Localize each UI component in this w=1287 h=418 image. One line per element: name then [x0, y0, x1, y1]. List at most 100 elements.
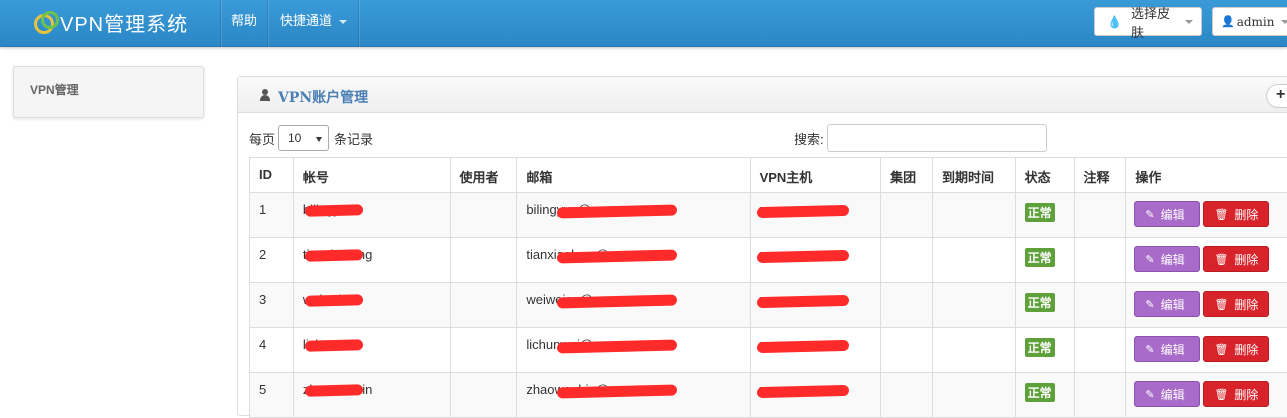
- cell-id: 3: [250, 283, 294, 328]
- status-badge: 正常: [1025, 248, 1055, 267]
- cell-status: 正常: [1015, 238, 1074, 283]
- column-header-account[interactable]: 帐号: [293, 158, 450, 193]
- nav-quick-access-dropdown[interactable]: 快捷通道: [280, 0, 347, 47]
- column-header-expires[interactable]: 到期时间: [932, 158, 1015, 193]
- search-label: 搜索:: [794, 129, 824, 148]
- logo-icon: [34, 11, 56, 33]
- cell-group: [881, 283, 933, 328]
- cell-group: [881, 373, 933, 418]
- user-menu-button[interactable]: 👤 admin: [1212, 7, 1287, 36]
- trash-icon: 🗑: [1214, 253, 1228, 266]
- status-badge: 正常: [1025, 338, 1055, 357]
- delete-button[interactable]: 🗑删除: [1203, 246, 1269, 272]
- per-page-label: 每页: [249, 129, 275, 148]
- skin-select-button[interactable]: 💧 选择皮肤: [1094, 7, 1202, 36]
- brand-title: VPN管理系统: [60, 8, 188, 37]
- cell-id: 2: [250, 238, 294, 283]
- add-account-button[interactable]: +: [1266, 84, 1287, 108]
- nav-divider: [220, 0, 221, 47]
- table-row: 5 zhaowenbin zhaowenbin@ vpn. 正常 ✎编辑🗑删除: [250, 373, 1287, 418]
- sidebar-item-vpn-management[interactable]: VPN管理: [30, 81, 79, 98]
- chevron-down-icon: [316, 137, 322, 142]
- column-header-user[interactable]: 使用者: [450, 158, 517, 193]
- cell-vpn-host: vpn.: [750, 283, 881, 328]
- account-id: 5: [259, 382, 266, 397]
- column-header-vpn-host[interactable]: VPN主机: [750, 158, 881, 193]
- cell-note: [1074, 238, 1126, 283]
- page-size-select[interactable]: 10: [278, 125, 329, 151]
- edit-icon: ✎: [1145, 343, 1154, 356]
- cell-email: zhaowenbin@: [517, 373, 750, 418]
- nav-divider: [267, 0, 268, 47]
- cell-email: tianxiaolong@: [517, 238, 750, 283]
- brand[interactable]: VPN管理系统: [34, 9, 188, 35]
- cell-status: 正常: [1015, 193, 1074, 238]
- redaction-mark: [756, 385, 848, 398]
- column-header-note[interactable]: 注释: [1074, 158, 1126, 193]
- cell-account: weiweian: [293, 283, 450, 328]
- redaction-mark: [557, 294, 677, 308]
- vpn-account-panel: VPN账户管理 + 每页 10 条记录 搜索: ID 帐号 使用者 邮箱 VPN…: [237, 76, 1287, 416]
- table-header-row: ID 帐号 使用者 邮箱 VPN主机 集团 到期时间 状态 注释 操作: [250, 158, 1287, 193]
- cell-id: 4: [250, 328, 294, 373]
- cell-vpn-host: vpn.: [750, 238, 881, 283]
- delete-button-label: 删除: [1234, 341, 1258, 358]
- table-row: 2 tianxiaolong tianxiaolong@ vpn. 正常 ✎编辑…: [250, 238, 1287, 283]
- cell-actions: ✎编辑🗑删除: [1126, 283, 1287, 328]
- cell-status: 正常: [1015, 373, 1074, 418]
- redaction-mark: [557, 339, 677, 353]
- skin-select-label: 选择皮肤: [1131, 3, 1178, 41]
- panel-title: VPN账户管理: [278, 87, 368, 107]
- chevron-down-icon: [339, 20, 347, 24]
- delete-button-label: 删除: [1234, 386, 1258, 403]
- cell-email: weiweian@: [517, 283, 750, 328]
- status-badge: 正常: [1025, 293, 1055, 312]
- cell-group: [881, 238, 933, 283]
- edit-button[interactable]: ✎编辑: [1134, 381, 1200, 407]
- cell-status: 正常: [1015, 328, 1074, 373]
- cell-vpn-host: vpn.: [750, 328, 881, 373]
- edit-button[interactable]: ✎编辑: [1134, 201, 1200, 227]
- cell-actions: ✎编辑🗑删除: [1126, 373, 1287, 418]
- cell-id: 1: [250, 193, 294, 238]
- cell-note: [1074, 373, 1126, 418]
- edit-button[interactable]: ✎编辑: [1134, 246, 1200, 272]
- top-navbar: VPN管理系统 帮助 快捷通道 💧 选择皮肤 👤 admin: [0, 0, 1287, 47]
- cell-expires: [932, 238, 1015, 283]
- records-label: 条记录: [334, 129, 373, 148]
- user-icon: 👤: [1221, 15, 1235, 28]
- search-input[interactable]: [827, 124, 1047, 152]
- delete-button[interactable]: 🗑删除: [1203, 336, 1269, 362]
- nav-divider: [358, 0, 359, 47]
- redaction-mark: [305, 384, 363, 397]
- redaction-mark: [305, 339, 363, 352]
- edit-button[interactable]: ✎编辑: [1134, 291, 1200, 317]
- edit-button-label: 编辑: [1161, 251, 1185, 268]
- account-id: 2: [259, 247, 266, 262]
- delete-button[interactable]: 🗑删除: [1203, 381, 1269, 407]
- redaction-mark: [557, 249, 677, 263]
- column-header-group[interactable]: 集团: [881, 158, 933, 193]
- column-header-email[interactable]: 邮箱: [517, 158, 750, 193]
- cell-account: lichunwei: [293, 328, 450, 373]
- edit-icon: ✎: [1145, 208, 1154, 221]
- column-header-status[interactable]: 状态: [1015, 158, 1074, 193]
- chevron-down-icon: [1185, 20, 1193, 24]
- column-header-id[interactable]: ID: [250, 158, 294, 193]
- edit-button[interactable]: ✎编辑: [1134, 336, 1200, 362]
- redaction-mark: [305, 294, 363, 307]
- redaction-mark: [756, 205, 848, 218]
- cell-vpn-host: vpn.: [750, 193, 881, 238]
- cell-actions: ✎编辑🗑删除: [1126, 328, 1287, 373]
- delete-button[interactable]: 🗑删除: [1203, 201, 1269, 227]
- table-row: 1 bilingyun bilingyun@ vpn. 正常 ✎编辑🗑删除: [250, 193, 1287, 238]
- cell-status: 正常: [1015, 283, 1074, 328]
- account-id: 1: [259, 202, 266, 217]
- nav-help-link[interactable]: 帮助: [231, 0, 257, 47]
- redaction-mark: [557, 204, 677, 218]
- sidebar: VPN管理: [13, 66, 204, 118]
- delete-button-label: 删除: [1234, 296, 1258, 313]
- delete-button[interactable]: 🗑删除: [1203, 291, 1269, 317]
- cell-expires: [932, 193, 1015, 238]
- table-row: 4 lichunwei lichunwei@ vpn. 正常 ✎编辑🗑删除: [250, 328, 1287, 373]
